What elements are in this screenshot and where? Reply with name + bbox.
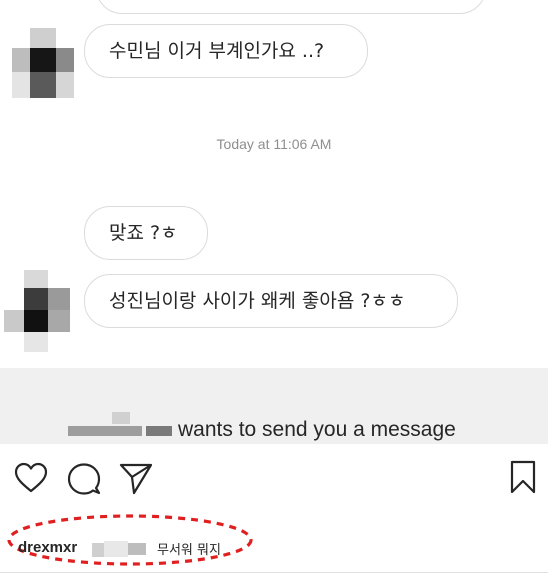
message-bubble[interactable]: 맞죠 ?ㅎ bbox=[84, 206, 208, 260]
chat-thread: 수민님 이거 부계인가요 ..? Today at 11:06 AM 맞죠 ?ㅎ… bbox=[0, 0, 548, 368]
message-request-banner[interactable]: wants to send you a message bbox=[0, 368, 548, 444]
comment-username[interactable]: drexmxr bbox=[18, 539, 77, 556]
message-timestamp: Today at 11:06 AM bbox=[216, 136, 332, 152]
sender-avatar[interactable] bbox=[4, 270, 70, 352]
message-request-text: wants to send you a message bbox=[178, 418, 456, 441]
blurred-username bbox=[128, 543, 146, 555]
comment-text: 무서워 뭐지 bbox=[157, 543, 221, 558]
divider bbox=[0, 572, 548, 573]
sender-avatar[interactable] bbox=[6, 28, 74, 108]
message-text: 수민님 이거 부계인가요 ..? bbox=[109, 40, 325, 62]
blurred-username bbox=[146, 426, 172, 436]
post-actions-bar bbox=[0, 444, 548, 510]
message-bubble[interactable]: 성진님이랑 사이가 왜케 좋아욤 ?ㅎㅎ bbox=[84, 274, 458, 328]
blurred-username bbox=[68, 426, 142, 436]
heart-icon[interactable] bbox=[14, 462, 48, 494]
message-bubble[interactable]: 수민님 이거 부계인가요 ..? bbox=[84, 24, 368, 78]
bookmark-icon[interactable] bbox=[510, 460, 536, 494]
message-text: 성진님이랑 사이가 왜케 좋아욤 ?ㅎㅎ bbox=[109, 290, 406, 312]
send-icon[interactable] bbox=[118, 462, 154, 496]
message-text: 맞죠 ?ㅎ bbox=[109, 222, 178, 244]
comment-icon[interactable] bbox=[66, 462, 102, 496]
blurred-username bbox=[92, 543, 104, 557]
comment-row[interactable]: drexmxr 무서워 뭐지 bbox=[0, 510, 548, 570]
message-bubble-previous bbox=[96, 0, 486, 14]
blurred-username bbox=[104, 541, 128, 557]
blurred-username bbox=[112, 412, 130, 424]
